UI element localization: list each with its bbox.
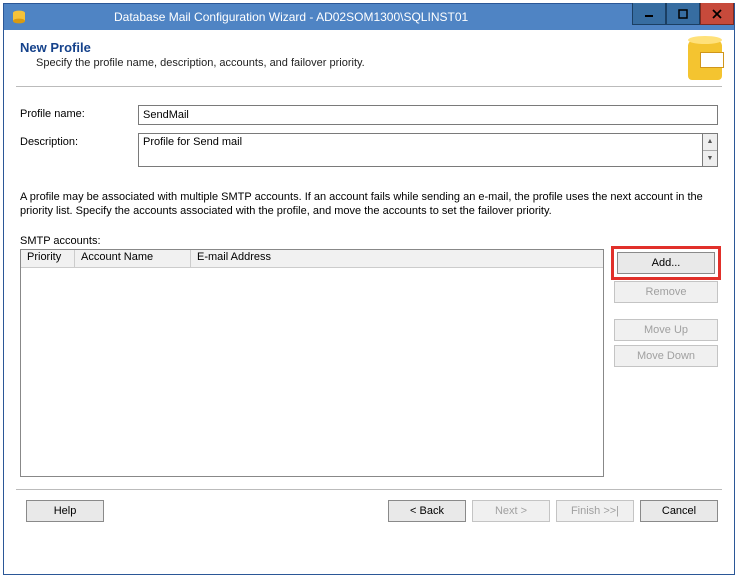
maximize-button[interactable] <box>666 3 700 25</box>
col-priority[interactable]: Priority <box>21 250 75 267</box>
grid-body <box>21 268 603 476</box>
move-down-button: Move Down <box>614 345 718 367</box>
wizard-footer: Help < Back Next > Finish >>| Cancel <box>16 489 722 532</box>
page-subtitle: Specify the profile name, description, a… <box>20 55 666 69</box>
minimize-button[interactable] <box>632 3 666 25</box>
wizard-window: Database Mail Configuration Wizard - AD0… <box>3 3 735 575</box>
page-header: New Profile Specify the profile name, de… <box>16 30 722 87</box>
scroll-up-icon[interactable]: ▲ <box>703 134 717 151</box>
help-button[interactable]: Help <box>26 500 104 522</box>
close-button[interactable] <box>700 3 734 25</box>
grid-header: Priority Account Name E-mail Address <box>21 250 603 268</box>
profile-name-input[interactable] <box>138 105 718 125</box>
finish-button: Finish >>| <box>556 500 634 522</box>
app-icon <box>10 8 28 26</box>
add-button[interactable]: Add... <box>617 252 715 274</box>
col-account-name[interactable]: Account Name <box>75 250 191 267</box>
cancel-button[interactable]: Cancel <box>640 500 718 522</box>
description-input[interactable] <box>138 133 702 167</box>
titlebar[interactable]: Database Mail Configuration Wizard - AD0… <box>4 4 734 30</box>
smtp-accounts-grid[interactable]: Priority Account Name E-mail Address <box>20 249 604 477</box>
page-title: New Profile <box>20 40 666 55</box>
info-text: A profile may be associated with multipl… <box>16 175 722 229</box>
add-button-highlight: Add... <box>611 246 721 280</box>
back-button[interactable]: < Back <box>388 500 466 522</box>
description-label: Description: <box>20 133 138 148</box>
description-scroll: ▲ ▼ <box>702 133 718 167</box>
window-controls <box>632 4 734 30</box>
scroll-down-icon[interactable]: ▼ <box>703 151 717 167</box>
window-title: Database Mail Configuration Wizard - AD0… <box>34 10 632 24</box>
profile-name-label: Profile name: <box>20 105 138 120</box>
mail-database-icon <box>666 36 722 80</box>
move-up-button: Move Up <box>614 319 718 341</box>
col-email[interactable]: E-mail Address <box>191 250 603 267</box>
remove-button: Remove <box>614 281 718 303</box>
next-button: Next > <box>472 500 550 522</box>
